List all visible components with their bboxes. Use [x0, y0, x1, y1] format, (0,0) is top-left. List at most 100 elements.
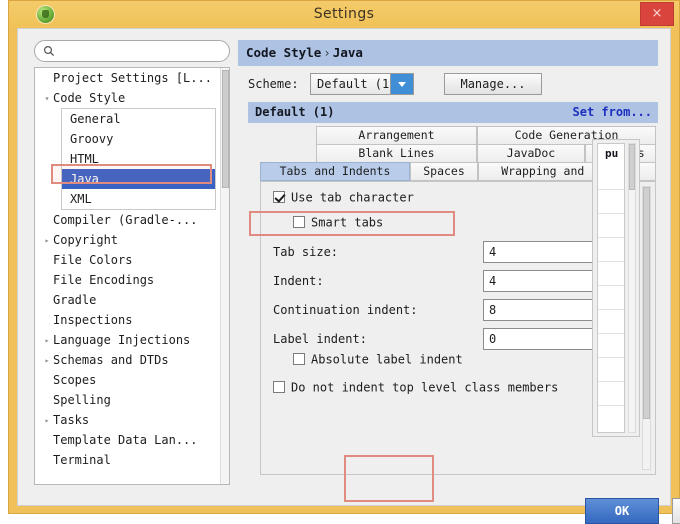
code-preview-pane[interactable]: pu	[592, 139, 640, 437]
sidebar-item-label: Scopes	[53, 373, 97, 387]
sidebar-item-general[interactable]: General	[62, 109, 215, 129]
tab-tabs-and-indents[interactable]: Tabs and Indents	[260, 162, 410, 181]
sidebar-item-file-colors[interactable]: File Colors	[35, 250, 222, 270]
preview-scrollbar[interactable]	[628, 143, 636, 433]
sidebar-item-java[interactable]: Java	[62, 169, 215, 189]
code-preview-line	[598, 382, 624, 406]
tab-javadoc[interactable]: JavaDoc	[477, 144, 585, 163]
option-label: Use tab character	[291, 190, 414, 205]
chevron-down-icon[interactable]: ▾	[41, 89, 53, 109]
absolute-label-indent-option[interactable]: Absolute label indent	[293, 352, 463, 372]
sidebar-item-label: Terminal	[53, 453, 111, 467]
smart-tabs-option[interactable]: Smart tabs	[293, 215, 383, 235]
tree-root-item[interactable]: Project Settings [L...	[35, 68, 222, 88]
preview-scrollbar-thumb[interactable]	[629, 144, 635, 190]
continuation-indent-row: Continuation indent: 8	[261, 299, 621, 323]
sidebar-item-language-injections[interactable]: ▸ Language Injections	[35, 330, 222, 350]
chevron-right-icon[interactable]: ▸	[41, 411, 53, 431]
code-preview-line	[598, 358, 624, 382]
sidebar-item-label: File Colors	[53, 253, 133, 267]
sidebar-item-terminal[interactable]: Terminal	[35, 450, 222, 470]
sidebar-item-file-encodings[interactable]: File Encodings	[35, 270, 222, 290]
sidebar-item-gradle[interactable]: Gradle	[35, 290, 222, 310]
tree-scrollbar-thumb[interactable]	[222, 70, 229, 188]
code-preview-text: pu	[605, 147, 619, 160]
search-icon	[43, 45, 55, 57]
settings-scrollbar[interactable]	[642, 186, 651, 470]
search-box[interactable]	[34, 40, 230, 62]
tree-scrollbar[interactable]	[220, 68, 229, 484]
sidebar-item-label: Compiler (Gradle-...	[53, 213, 198, 227]
tab-label: Arrangement	[358, 128, 435, 142]
scheme-row: Scheme: Default (1) Manage...	[248, 73, 658, 97]
settings-scrollbar-thumb[interactable]	[643, 187, 650, 419]
smart-tabs-checkbox[interactable]	[293, 216, 305, 228]
breadcrumb: Code Style › Java	[238, 40, 658, 66]
sidebar-item-label: HTML	[70, 152, 99, 166]
set-from-link[interactable]: Set from...	[573, 105, 652, 119]
tab-arrangement[interactable]: Arrangement	[316, 126, 477, 145]
sidebar-item-label: Gradle	[53, 293, 97, 307]
chevron-right-icon[interactable]: ▸	[41, 351, 53, 371]
sidebar-item-label: Language Injections	[53, 333, 191, 347]
use-tab-character-checkbox[interactable]	[273, 191, 285, 203]
label-indent-row: Label indent: 0	[261, 328, 621, 352]
screenshot-root: Settings × Project Settings [L... ▾ Code …	[0, 0, 680, 524]
tab-spaces[interactable]: Spaces	[410, 162, 478, 181]
sidebar-item-scopes[interactable]: Scopes	[35, 370, 222, 390]
settings-tree[interactable]: Project Settings [L... ▾ Code Style Gener…	[35, 68, 222, 484]
absolute-label-indent-checkbox[interactable]	[293, 353, 305, 365]
ok-button-label: OK	[614, 504, 630, 518]
sidebar-item-label: File Encodings	[53, 273, 155, 287]
sidebar-item-xml[interactable]: XML	[62, 189, 215, 209]
sidebar-item-inspections[interactable]: Inspections	[35, 310, 222, 330]
search-input[interactable]	[59, 43, 223, 61]
close-button[interactable]: ×	[640, 2, 674, 26]
sidebar-item-groovy[interactable]: Groovy	[62, 129, 215, 149]
sidebar-item-tasks[interactable]: ▸ Tasks	[35, 410, 222, 430]
sidebar-item-spelling[interactable]: Spelling	[35, 390, 222, 410]
chevron-right-icon[interactable]: ▸	[41, 231, 53, 251]
code-preview-content: pu	[597, 143, 625, 433]
do-not-indent-top-level-option[interactable]: Do not indent top level class members	[273, 380, 558, 400]
breadcrumb-parent[interactable]: Code Style	[246, 45, 321, 60]
code-preview-line	[598, 214, 624, 238]
continuation-indent-input[interactable]: 8	[483, 299, 610, 321]
sidebar-item-code-style[interactable]: ▾ Code Style	[35, 88, 222, 108]
use-tab-character-option[interactable]: Use tab character	[273, 190, 414, 210]
ok-button[interactable]: OK	[585, 498, 659, 524]
tab-size-input[interactable]: 4	[483, 241, 610, 263]
manage-button[interactable]: Manage...	[444, 73, 542, 95]
tab-size-label: Tab size:	[273, 245, 339, 259]
indent-label: Indent:	[273, 274, 324, 288]
sidebar-item-compiler[interactable]: Compiler (Gradle-...	[35, 210, 222, 230]
label-indent-input[interactable]: 0	[483, 328, 610, 350]
scheme-label: Scheme:	[248, 77, 299, 91]
scheme-bar: Default (1) Set from...	[248, 102, 658, 123]
code-preview-line	[598, 166, 624, 190]
sidebar-item-template-data-languages[interactable]: Template Data Lan...	[35, 430, 222, 450]
do-not-indent-top-level-checkbox[interactable]	[273, 381, 285, 393]
scheme-bar-name: Default (1)	[255, 105, 335, 119]
sidebar-item-schemas-and-dtds[interactable]: ▸ Schemas and DTDs	[35, 350, 222, 370]
chevron-right-icon[interactable]: ▸	[41, 331, 53, 351]
sidebar-item-html[interactable]: HTML	[62, 149, 215, 169]
tab-size-row: Tab size: 4	[261, 241, 621, 265]
chevron-down-icon[interactable]	[390, 74, 413, 94]
cancel-button[interactable]: Cancel	[672, 498, 680, 524]
scheme-dropdown[interactable]: Default (1)	[310, 73, 414, 95]
indent-input[interactable]: 4	[483, 270, 610, 292]
sidebar-item-copyright[interactable]: ▸ Copyright	[35, 230, 222, 250]
sidebar-item-label: General	[70, 112, 121, 126]
close-icon: ×	[651, 6, 663, 21]
label-indent-label: Label indent:	[273, 332, 367, 346]
sidebar-item-label: Java	[70, 172, 99, 186]
title-bar: Settings ×	[9, 1, 679, 28]
tab-blank-lines[interactable]: Blank Lines	[316, 144, 477, 163]
